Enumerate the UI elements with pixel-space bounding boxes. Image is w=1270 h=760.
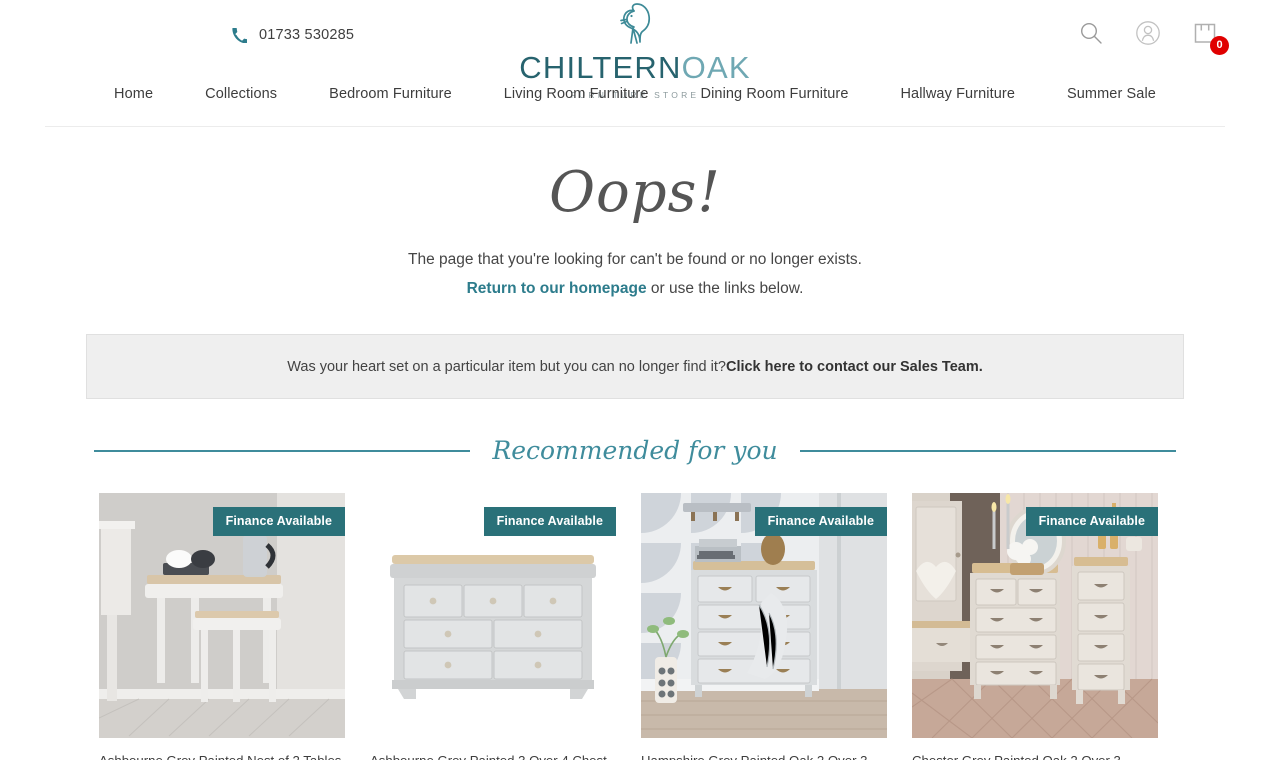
product-image[interactable]: Finance Available: [99, 493, 345, 738]
main-navigation: Home Collections Bedroom Furniture Livin…: [0, 86, 1270, 102]
cart-count-badge: 0: [1210, 36, 1229, 55]
phone-contact[interactable]: 01733 530285: [232, 27, 355, 44]
logo-secondary-text: OAK: [681, 50, 751, 85]
nav-item-living-room-furniture[interactable]: Living Room Furniture: [478, 86, 675, 102]
logo-wordmark: CHILTERNOAK: [515, 52, 755, 83]
finance-badge: Finance Available: [212, 507, 345, 536]
page-title: Oops!: [549, 160, 721, 225]
product-title[interactable]: Chester Grey Painted Oak 2 Over 3 Chest: [912, 752, 1158, 760]
recommended-products-grid: Finance Available Ashbourne Grey Painted…: [99, 493, 1171, 760]
product-image[interactable]: Finance Available: [912, 493, 1158, 738]
site-header: 01733 530285 CHILTERNOAK FURNITURE STORE: [0, 0, 1270, 127]
finance-badge: Finance Available: [1025, 507, 1158, 536]
recommended-title: Recommended for you: [492, 436, 778, 465]
product-card[interactable]: Finance Available Hampshire Grey Painted…: [641, 493, 887, 760]
logo-primary-text: CHILTERN: [519, 50, 682, 85]
product-card[interactable]: Finance Available Ashbourne Grey Painted…: [99, 493, 345, 760]
header-divider: [45, 126, 1225, 127]
product-title[interactable]: Ashbourne Grey Painted 3 Over 4 Chest: [370, 752, 616, 760]
squirrel-icon: [515, 2, 755, 51]
phone-number: 01733 530285: [259, 27, 355, 43]
nav-item-collections[interactable]: Collections: [179, 86, 303, 102]
error-message-suffix: or use the links below.: [646, 280, 804, 297]
nav-item-bedroom-furniture[interactable]: Bedroom Furniture: [303, 86, 478, 102]
phone-icon: [232, 27, 249, 44]
cart-icon[interactable]: 0: [1192, 20, 1229, 55]
heading-rule-right: [799, 449, 1176, 452]
search-icon[interactable]: [1078, 20, 1106, 48]
finance-badge: Finance Available: [483, 507, 616, 536]
header-icon-group: 0: [1078, 20, 1229, 55]
finance-badge: Finance Available: [754, 507, 887, 536]
product-card[interactable]: Finance Available Ashbourne Grey Painted…: [370, 493, 616, 760]
header-top-row: 01733 530285 CHILTERNOAK FURNITURE STORE: [0, 0, 1270, 100]
sales-team-notice: Was your heart set on a particular item …: [86, 334, 1184, 399]
product-image[interactable]: Finance Available: [370, 493, 616, 738]
nav-item-summer-sale[interactable]: Summer Sale: [1041, 86, 1182, 102]
product-title[interactable]: Hampshire Grey Painted Oak 2 Over 3 Ches…: [641, 752, 887, 760]
recommended-heading: Recommended for you: [94, 436, 1176, 465]
nav-item-hallway-furniture[interactable]: Hallway Furniture: [874, 86, 1041, 102]
error-message: The page that you're looking for can't b…: [408, 251, 862, 268]
heading-rule-left: [94, 449, 471, 452]
error-message-secondary: Return to our homepage or use the links …: [0, 280, 1270, 298]
account-icon[interactable]: [1135, 20, 1163, 48]
contact-sales-link[interactable]: Click here to contact our Sales Team.: [726, 359, 983, 375]
product-image[interactable]: Finance Available: [641, 493, 887, 738]
return-homepage-link[interactable]: Return to our homepage: [467, 280, 647, 297]
nav-item-dining-room-furniture[interactable]: Dining Room Furniture: [675, 86, 875, 102]
product-title[interactable]: Ashbourne Grey Painted Nest of 2 Tables: [99, 752, 345, 760]
notice-text: Was your heart set on a particular item …: [287, 358, 726, 375]
nav-item-home[interactable]: Home: [88, 86, 179, 102]
product-card[interactable]: Finance Available Chester Grey Painted O…: [912, 493, 1158, 760]
